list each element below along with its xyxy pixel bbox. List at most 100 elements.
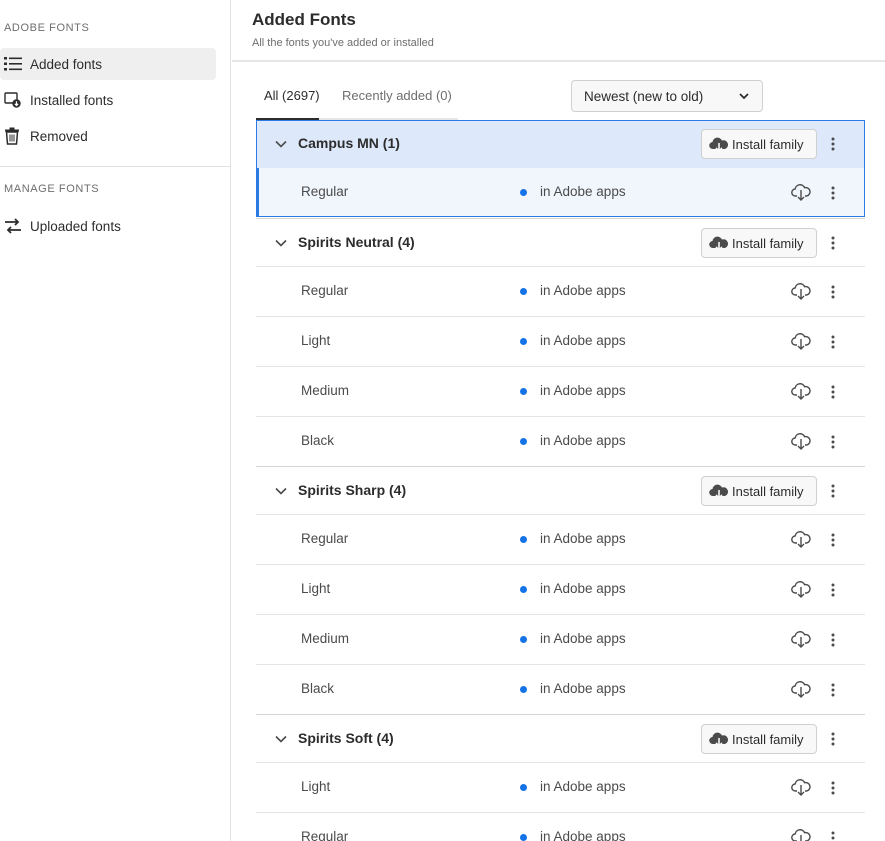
more-options-icon[interactable] bbox=[825, 183, 841, 203]
install-font-icon[interactable] bbox=[791, 332, 811, 355]
install-family-button[interactable]: Install family bbox=[701, 228, 817, 258]
tab-recently-added[interactable]: Recently added (0) bbox=[342, 88, 452, 120]
font-style-row[interactable]: Medium in Adobe apps bbox=[256, 366, 865, 416]
sidebar-item-label: Added fonts bbox=[30, 56, 103, 72]
status-text: in Adobe apps bbox=[540, 829, 626, 841]
sidebar: ADOBE FONTS Added fonts Installed fonts … bbox=[0, 0, 231, 841]
style-name: Medium bbox=[301, 383, 350, 398]
more-options-icon[interactable] bbox=[825, 530, 841, 550]
status-text: in Adobe apps bbox=[540, 383, 626, 398]
tab-bar: All (2697) Recently added (0) bbox=[256, 80, 458, 120]
install-font-icon[interactable] bbox=[791, 828, 811, 841]
cloud-download-icon bbox=[702, 483, 732, 499]
sidebar-item-added-fonts[interactable]: Added fonts bbox=[0, 48, 216, 80]
status-dot bbox=[520, 586, 527, 593]
style-name: Regular bbox=[301, 829, 349, 841]
family-row[interactable]: Campus MN (1) Install family bbox=[256, 120, 865, 168]
family-name: Spirits Sharp (4) bbox=[298, 482, 407, 498]
install-font-icon[interactable] bbox=[791, 282, 811, 305]
list-icon bbox=[0, 56, 30, 72]
install-family-label: Install family bbox=[732, 731, 804, 747]
tab-all[interactable]: All (2697) bbox=[264, 88, 320, 120]
chevron-down-icon[interactable] bbox=[274, 732, 288, 751]
status-text: in Adobe apps bbox=[540, 681, 626, 696]
sidebar-item-uploaded-fonts[interactable]: Uploaded fonts bbox=[0, 210, 216, 242]
status-dot bbox=[520, 338, 527, 345]
status-text: in Adobe apps bbox=[540, 283, 626, 298]
page-title: Added Fonts bbox=[252, 10, 356, 29]
cloud-download-icon bbox=[702, 731, 732, 747]
status-text: in Adobe apps bbox=[540, 779, 626, 794]
chevron-down-icon[interactable] bbox=[274, 484, 288, 503]
font-style-row[interactable]: Regular in Adobe apps bbox=[256, 168, 865, 218]
install-family-label: Install family bbox=[732, 136, 804, 152]
install-font-icon[interactable] bbox=[791, 183, 811, 206]
more-options-icon[interactable] bbox=[825, 432, 841, 452]
install-font-icon[interactable] bbox=[791, 630, 811, 653]
style-name: Regular bbox=[301, 283, 349, 298]
font-style-row[interactable]: Light in Adobe apps bbox=[256, 564, 865, 614]
more-options-icon[interactable] bbox=[825, 134, 841, 154]
font-style-row[interactable]: Light in Adobe apps bbox=[256, 316, 865, 366]
family-name: Spirits Soft (4) bbox=[298, 730, 394, 746]
status-dot bbox=[520, 388, 527, 395]
section-label-adobe-fonts: ADOBE FONTS bbox=[4, 22, 90, 34]
family-row[interactable]: Spirits Soft (4) Install family bbox=[256, 714, 865, 762]
more-options-icon[interactable] bbox=[825, 282, 841, 302]
style-name: Medium bbox=[301, 631, 350, 646]
font-style-row[interactable]: Regular in Adobe apps bbox=[256, 514, 865, 564]
page-subtitle: All the fonts you've added or installed bbox=[252, 37, 434, 49]
more-options-icon[interactable] bbox=[825, 630, 841, 650]
status-dot bbox=[520, 438, 527, 445]
install-font-icon[interactable] bbox=[791, 530, 811, 553]
font-style-row[interactable]: Regular in Adobe apps bbox=[256, 266, 865, 316]
more-options-icon[interactable] bbox=[825, 828, 841, 841]
status-dot bbox=[520, 189, 527, 196]
style-name: Light bbox=[301, 581, 331, 596]
chevron-down-icon[interactable] bbox=[274, 137, 288, 156]
install-font-icon[interactable] bbox=[791, 680, 811, 703]
status-dot bbox=[520, 288, 527, 295]
status-dot bbox=[520, 536, 527, 543]
sidebar-divider bbox=[0, 166, 231, 167]
font-style-row[interactable]: Black in Adobe apps bbox=[256, 664, 865, 714]
install-font-icon[interactable] bbox=[791, 580, 811, 603]
status-text: in Adobe apps bbox=[540, 631, 626, 646]
install-family-button[interactable]: Install family bbox=[701, 724, 817, 754]
more-options-icon[interactable] bbox=[825, 778, 841, 798]
family-name: Spirits Neutral (4) bbox=[298, 234, 415, 250]
more-options-icon[interactable] bbox=[825, 729, 841, 749]
install-font-icon[interactable] bbox=[791, 382, 811, 405]
more-options-icon[interactable] bbox=[825, 332, 841, 352]
more-options-icon[interactable] bbox=[825, 481, 841, 501]
install-family-button[interactable]: Install family bbox=[701, 476, 817, 506]
install-font-icon[interactable] bbox=[791, 432, 811, 455]
font-style-row[interactable]: Medium in Adobe apps bbox=[256, 614, 865, 664]
status-dot bbox=[520, 636, 527, 643]
sort-selected-value: Newest (new to old) bbox=[584, 88, 704, 104]
install-family-button[interactable]: Install family bbox=[701, 129, 817, 159]
transfer-icon bbox=[0, 218, 30, 234]
font-list: Campus MN (1) Install family Regular in Ado… bbox=[256, 120, 865, 841]
more-options-icon[interactable] bbox=[825, 382, 841, 402]
font-style-row[interactable]: Black in Adobe apps bbox=[256, 416, 865, 466]
sidebar-item-installed-fonts[interactable]: Installed fonts bbox=[0, 84, 216, 116]
chevron-down-icon[interactable] bbox=[274, 236, 288, 255]
more-options-icon[interactable] bbox=[825, 233, 841, 253]
more-options-icon[interactable] bbox=[825, 580, 841, 600]
font-style-row[interactable]: Regular in Adobe apps bbox=[256, 812, 865, 841]
sidebar-item-removed[interactable]: Removed bbox=[0, 120, 216, 152]
status-text: in Adobe apps bbox=[540, 581, 626, 596]
style-name: Light bbox=[301, 779, 331, 794]
install-font-icon[interactable] bbox=[791, 778, 811, 801]
more-options-icon[interactable] bbox=[825, 680, 841, 700]
family-row[interactable]: Spirits Sharp (4) Install family bbox=[256, 466, 865, 514]
family-row[interactable]: Spirits Neutral (4) Install family bbox=[256, 218, 865, 266]
family-name: Campus MN (1) bbox=[298, 135, 400, 151]
style-name: Light bbox=[301, 333, 331, 348]
sidebar-item-label: Installed fonts bbox=[30, 92, 114, 108]
status-text: in Adobe apps bbox=[540, 184, 626, 199]
font-style-row[interactable]: Light in Adobe apps bbox=[256, 762, 865, 812]
sort-dropdown[interactable]: Newest (new to old) bbox=[571, 80, 763, 112]
status-text: in Adobe apps bbox=[540, 333, 626, 348]
